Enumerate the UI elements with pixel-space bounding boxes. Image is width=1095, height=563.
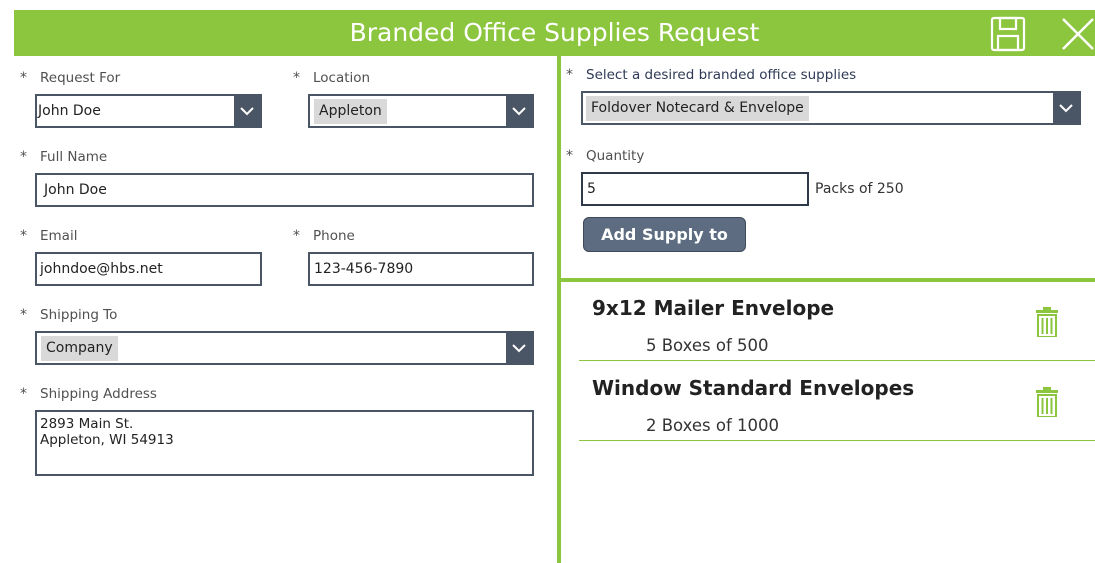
location-dropdown[interactable]: Appleton: [308, 94, 534, 128]
shipping-to-dropdown[interactable]: Company: [35, 331, 534, 365]
add-supply-button[interactable]: Add Supply to List: [583, 217, 746, 277]
list-item-title: 9x12 Mailer Envelope: [592, 296, 835, 320]
page-title: Branded Office Supplies Request: [349, 18, 760, 47]
shipping-to-label: Shipping To: [40, 307, 118, 323]
trash-icon[interactable]: [1036, 307, 1058, 338]
quantity-value: 5: [587, 181, 596, 197]
horizontal-divider: [561, 278, 1095, 282]
list-separator: [579, 440, 1095, 441]
supply-select-label: Select a desired branded office supplies: [586, 67, 857, 83]
required-marker: *: [566, 148, 573, 164]
chevron-down-icon[interactable]: [1053, 93, 1079, 123]
phone-value: 123-456-7890: [314, 261, 414, 277]
shipping-to-value: Company: [41, 336, 118, 361]
quantity-label: Quantity: [586, 148, 645, 164]
required-marker: *: [20, 70, 27, 86]
required-marker: *: [20, 307, 27, 323]
vertical-divider: [557, 56, 561, 563]
chevron-down-icon[interactable]: [234, 96, 260, 126]
trash-icon[interactable]: [1036, 387, 1058, 418]
close-icon[interactable]: [1060, 16, 1095, 52]
save-icon[interactable]: [990, 16, 1026, 52]
address-line-1: 2893 Main St.: [40, 416, 134, 432]
title-bar: Branded Office Supplies Request: [14, 10, 1095, 56]
email-label: Email: [40, 228, 78, 244]
chevron-down-icon[interactable]: [506, 96, 532, 126]
phone-label: Phone: [313, 228, 355, 244]
required-marker: *: [20, 386, 27, 402]
shipping-address-field[interactable]: 2893 Main St. Appleton, WI 54913: [35, 410, 534, 476]
required-marker: *: [293, 228, 300, 244]
list-item-title: Window Standard Envelopes: [592, 376, 915, 400]
chevron-down-icon[interactable]: [506, 333, 532, 363]
required-marker: *: [566, 67, 573, 83]
list-item-detail: 5 Boxes of 500: [646, 336, 769, 355]
supply-dropdown[interactable]: Foldover Notecard & Envelope: [581, 91, 1081, 125]
quantity-unit: Packs of 250: [815, 181, 904, 197]
list-separator: [579, 360, 1095, 361]
phone-field[interactable]: 123-456-7890: [308, 252, 534, 286]
email-value: johndoe@hbs.net: [40, 261, 163, 277]
address-line-2: Appleton, WI 54913: [40, 432, 174, 448]
location-label: Location: [313, 70, 371, 86]
full-name-value: John Doe: [44, 182, 107, 198]
full-name-field[interactable]: John Doe: [35, 173, 534, 207]
supply-selected-value: Foldover Notecard & Envelope: [586, 96, 809, 121]
request-for-value: John Doe: [38, 103, 101, 119]
request-for-label: Request For: [40, 70, 121, 86]
quantity-input[interactable]: 5: [581, 172, 809, 206]
email-field[interactable]: johndoe@hbs.net: [35, 252, 262, 286]
full-name-label: Full Name: [40, 149, 108, 165]
required-marker: *: [20, 149, 27, 165]
list-item-detail: 2 Boxes of 1000: [646, 416, 780, 435]
shipping-address-label: Shipping Address: [40, 386, 157, 402]
location-value: Appleton: [314, 99, 387, 124]
required-marker: *: [293, 70, 300, 86]
request-for-dropdown[interactable]: John Doe: [35, 94, 262, 128]
required-marker: *: [20, 228, 27, 244]
